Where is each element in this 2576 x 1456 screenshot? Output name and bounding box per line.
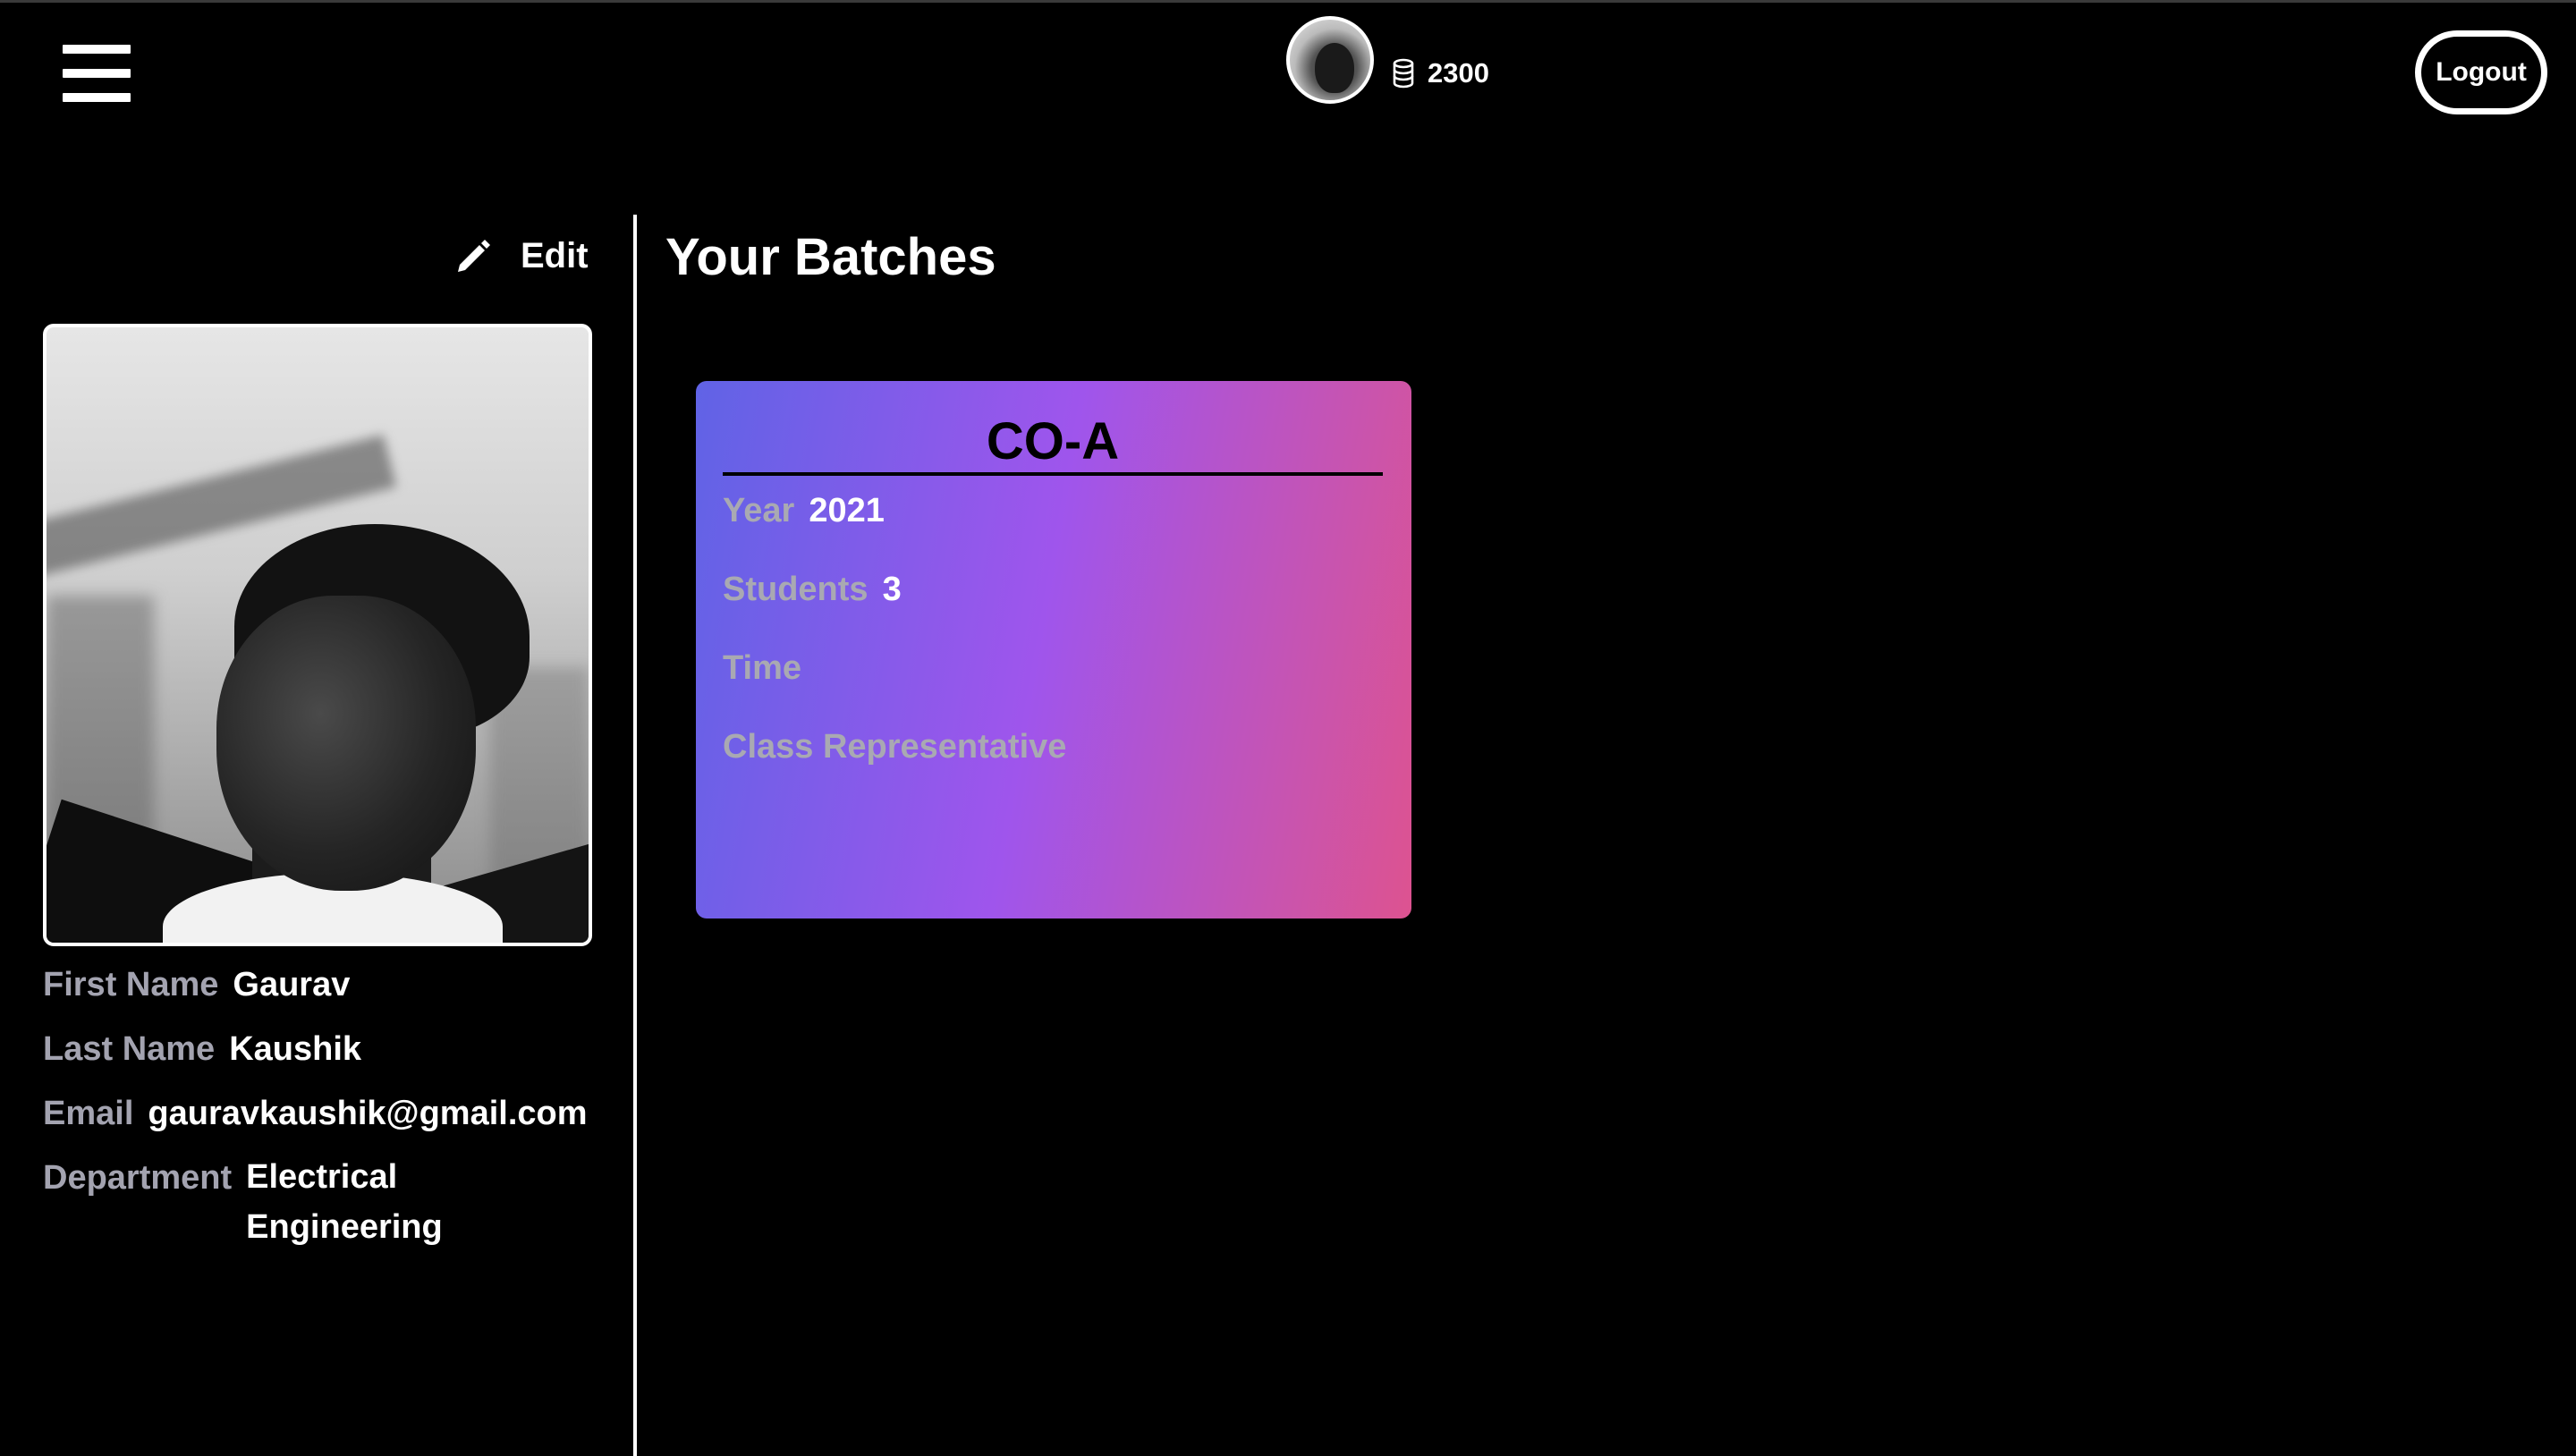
batch-card[interactable]: CO-A Year 2021 Students 3 Time Class Rep… (696, 381, 1411, 918)
batch-students-row: Students 3 (723, 571, 902, 609)
avatar-face (1315, 43, 1354, 93)
batch-time-row: Time (723, 649, 801, 688)
menu-bar (63, 69, 131, 78)
field-label: Last Name (43, 1030, 216, 1068)
field-label: Email (43, 1095, 134, 1132)
batch-cr-row: Class Representative (723, 728, 1066, 766)
field-label: First Name (43, 966, 219, 1003)
header-avatar[interactable] (1286, 16, 1374, 104)
profile-photo (43, 324, 592, 946)
first-name-row: First Name Gaurav (43, 966, 350, 1004)
coin-stack-icon (1393, 58, 1414, 89)
coin-count: 2300 (1428, 57, 1489, 89)
top-border (0, 0, 2576, 3)
batch-name: CO-A (986, 412, 1120, 470)
batch-field-label: Time (723, 649, 802, 687)
field-label: Department (43, 1159, 233, 1197)
field-value: Electrical Engineering (246, 1152, 443, 1252)
batch-year-row: Year 2021 (723, 492, 885, 530)
last-name-row: Last Name Kaushik (43, 1030, 361, 1069)
panel-divider (633, 215, 637, 1456)
page-title: Your Batches (665, 228, 996, 286)
department-line: Electrical (246, 1158, 398, 1196)
batch-field-label: Students (723, 571, 869, 608)
department-line: Engineering (246, 1208, 443, 1246)
coin-balance: 2300 (1392, 54, 1489, 93)
field-value: Gaurav (233, 966, 351, 1003)
batch-field-value: 2021 (809, 492, 885, 529)
logout-button[interactable]: Logout (2415, 30, 2547, 114)
menu-bar (63, 45, 131, 54)
email-row: Email gauravkaushik@gmail.com (43, 1095, 588, 1133)
batch-field-label: Class Representative (723, 728, 1067, 766)
department-row: Department Electrical Engineering (43, 1158, 443, 1252)
edit-profile-button[interactable]: Edit (454, 231, 589, 281)
menu-bar (63, 93, 131, 102)
batch-field-value: 3 (882, 571, 902, 608)
menu-icon[interactable] (63, 45, 131, 102)
edit-label: Edit (521, 235, 589, 275)
field-value: gauravkaushik@gmail.com (148, 1095, 588, 1132)
pencil-icon (458, 240, 490, 272)
batch-divider (723, 472, 1383, 476)
batch-field-label: Year (723, 492, 795, 529)
field-value: Kaushik (229, 1030, 362, 1068)
photo-head (216, 596, 476, 891)
page: 2300 Logout Edit First Name Gaurav Last … (0, 0, 2576, 1456)
